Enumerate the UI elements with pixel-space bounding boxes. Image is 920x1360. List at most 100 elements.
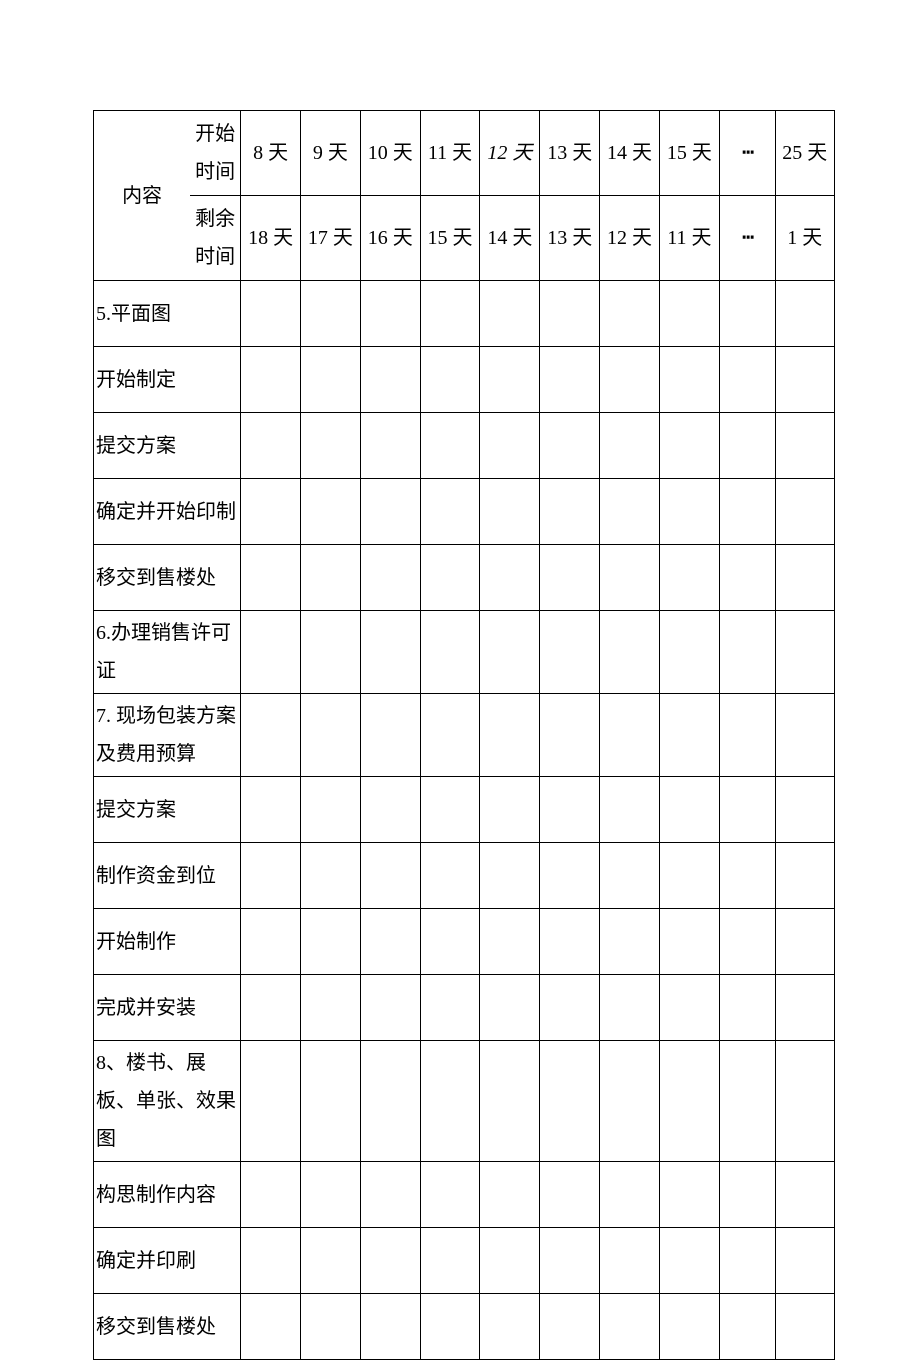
cell: [540, 975, 600, 1041]
cell: [420, 347, 480, 413]
cell: [360, 975, 420, 1041]
cell: [360, 1228, 420, 1294]
cell: [480, 611, 540, 694]
table-row: 开始制定: [94, 347, 835, 413]
cell: [719, 281, 775, 347]
row-label: 完成并安装: [94, 975, 241, 1041]
cell: [775, 909, 834, 975]
cell: [360, 281, 420, 347]
cell: [659, 347, 719, 413]
table-row: 5.平面图: [94, 281, 835, 347]
cell: [420, 1041, 480, 1162]
table-row: 制作资金到位: [94, 843, 835, 909]
remain-time-header: 剩余时间: [190, 196, 241, 281]
cell: [540, 545, 600, 611]
cell: [775, 694, 834, 777]
cell: [600, 479, 660, 545]
table-row: 确定并开始印制: [94, 479, 835, 545]
cell: [719, 975, 775, 1041]
row-label: 提交方案: [94, 777, 241, 843]
table-row: 移交到售楼处: [94, 1294, 835, 1360]
cell: [775, 1162, 834, 1228]
cell: [719, 777, 775, 843]
cell: [659, 694, 719, 777]
cell: [241, 777, 301, 843]
cell: [540, 611, 600, 694]
cell: [775, 347, 834, 413]
cell: [540, 479, 600, 545]
row-label: 制作资金到位: [94, 843, 241, 909]
cell: [540, 909, 600, 975]
table-row: 8、楼书、展板、单张、效果图: [94, 1041, 835, 1162]
table-row: 开始制作: [94, 909, 835, 975]
cell: [241, 347, 301, 413]
cell: [480, 479, 540, 545]
cell: [540, 1294, 600, 1360]
cell: [241, 1041, 301, 1162]
cell: [600, 1041, 660, 1162]
cell: [719, 545, 775, 611]
cell: [775, 1228, 834, 1294]
cell: [775, 479, 834, 545]
cell: [480, 1294, 540, 1360]
cell: [480, 909, 540, 975]
cell: [241, 909, 301, 975]
day-col-13: 13 天: [540, 111, 600, 196]
cell: [600, 975, 660, 1041]
remain-15: 15 天: [420, 196, 480, 281]
row-label: 开始制定: [94, 347, 241, 413]
cell: [300, 1228, 360, 1294]
row-label: 移交到售楼处: [94, 545, 241, 611]
cell: [659, 281, 719, 347]
cell: [480, 1228, 540, 1294]
cell: [659, 413, 719, 479]
table-row: 确定并印刷: [94, 1228, 835, 1294]
cell: [300, 347, 360, 413]
cell: [241, 611, 301, 694]
cell: [241, 1294, 301, 1360]
cell: [420, 479, 480, 545]
row-label: 5.平面图: [94, 281, 241, 347]
cell: [241, 281, 301, 347]
cell: [775, 843, 834, 909]
day-col-12: 12 天: [480, 111, 540, 196]
cell: [360, 347, 420, 413]
cell: [480, 413, 540, 479]
cell: [241, 694, 301, 777]
cell: [540, 1228, 600, 1294]
cell: [420, 545, 480, 611]
cell: [480, 1162, 540, 1228]
cell: [300, 281, 360, 347]
cell: [360, 479, 420, 545]
cell: [600, 1162, 660, 1228]
cell: [300, 843, 360, 909]
cell: [420, 694, 480, 777]
remain-ellipsis: ┅: [719, 196, 775, 281]
remain-14: 14 天: [480, 196, 540, 281]
row-label: 7. 现场包装方案及费用预算: [94, 694, 241, 777]
cell: [420, 1162, 480, 1228]
cell: [540, 281, 600, 347]
cell: [600, 545, 660, 611]
cell: [775, 281, 834, 347]
cell: [241, 413, 301, 479]
cell: [300, 694, 360, 777]
cell: [659, 479, 719, 545]
row-label: 确定并印刷: [94, 1228, 241, 1294]
day-col-25: 25 天: [775, 111, 834, 196]
cell: [600, 347, 660, 413]
start-time-header: 开始时间: [190, 111, 241, 196]
cell: [719, 479, 775, 545]
cell: [420, 843, 480, 909]
cell: [600, 1228, 660, 1294]
cell: [360, 413, 420, 479]
cell: [600, 611, 660, 694]
cell: [300, 611, 360, 694]
cell: [775, 1294, 834, 1360]
cell: [300, 909, 360, 975]
table-row: 提交方案: [94, 413, 835, 479]
cell: [719, 1041, 775, 1162]
table-row: 6.办理销售许可证: [94, 611, 835, 694]
cell: [420, 281, 480, 347]
cell: [659, 843, 719, 909]
